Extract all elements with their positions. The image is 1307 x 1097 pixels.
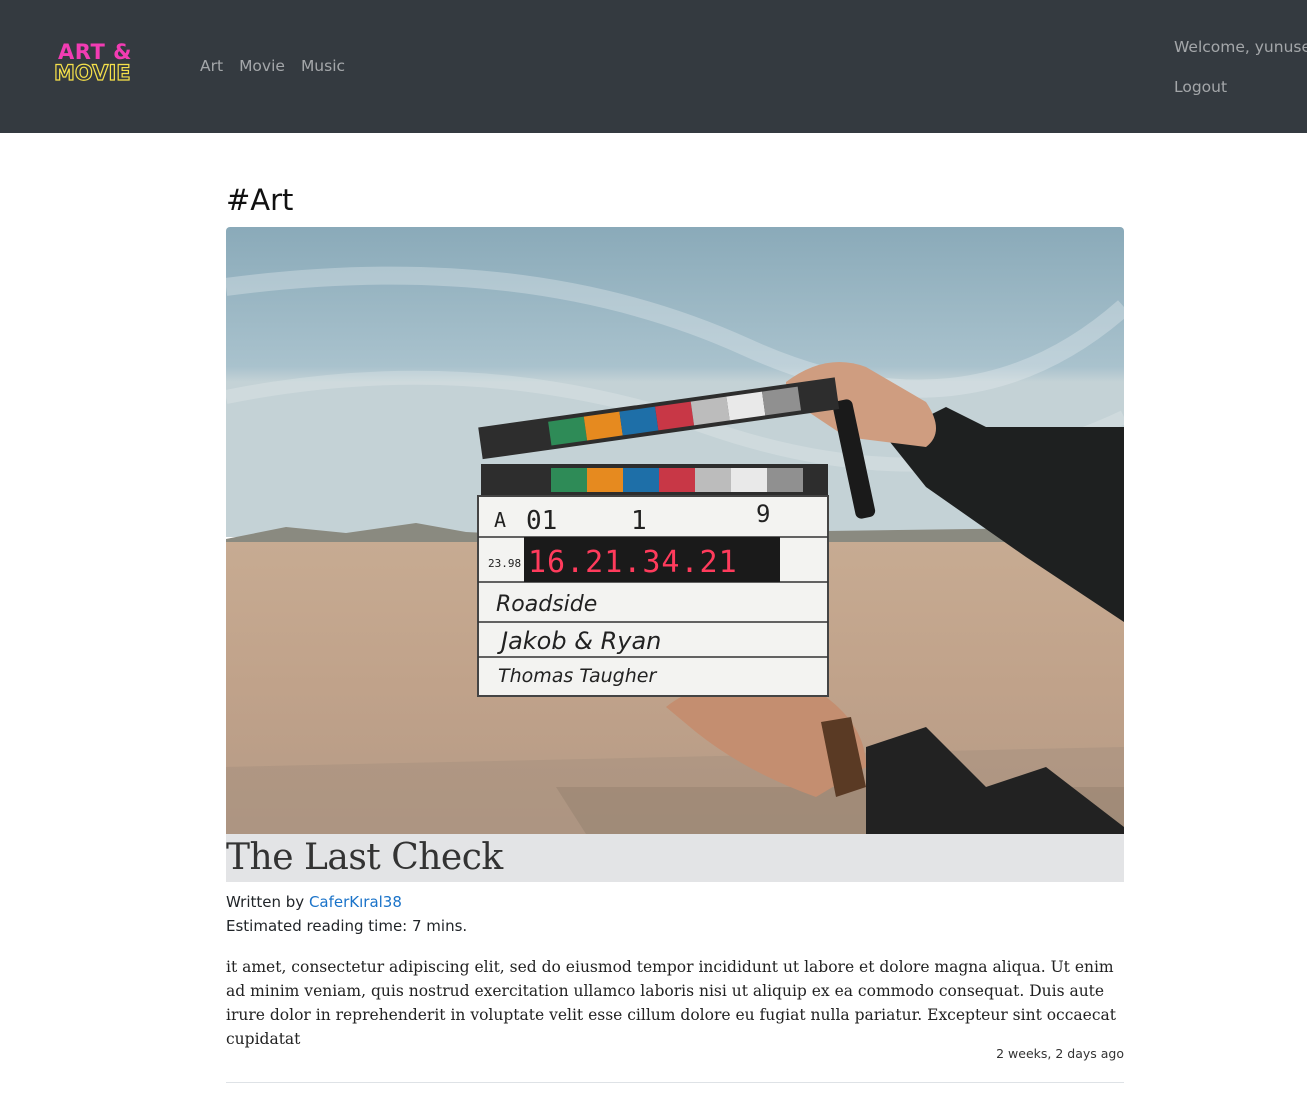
nav-link-music[interactable]: Music	[301, 57, 345, 75]
clapper-prod: Roadside	[496, 592, 597, 617]
post-excerpt: it amet, consectetur adipiscing elit, se…	[226, 958, 1116, 1048]
logo-line-2: MOVIE	[53, 61, 131, 85]
welcome-text: Welcome, yunusem	[1174, 38, 1307, 56]
film-clapperboard-photo: A 01 1 9 23.98 16.21.34.21 Roadside Jako…	[226, 227, 1124, 834]
post-title-bar: The Last Check	[226, 834, 1124, 882]
logout-link[interactable]: Logout	[1174, 78, 1227, 96]
divider	[226, 1082, 1124, 1083]
clapper-dir: Jakob & Ryan	[497, 627, 661, 655]
clapper-cam: Thomas Taugher	[498, 665, 657, 687]
brand-logo[interactable]: ART & MOVIE	[53, 40, 140, 86]
clapper-scene: 01	[526, 506, 557, 536]
clapper-roll: A	[494, 508, 506, 532]
clapper-timecode: 16.21.34.21	[528, 545, 738, 580]
navbar: ART & MOVIE Art Movie Music Welcome, yun…	[0, 0, 1307, 133]
nav-link-movie[interactable]: Movie	[239, 57, 285, 75]
reading-time: Estimated reading time: 7 mins.	[226, 917, 468, 935]
clapper-take-a: 1	[631, 506, 647, 536]
post-cover-image[interactable]: A 01 1 9 23.98 16.21.34.21 Roadside Jako…	[226, 227, 1124, 834]
byline: Written by CaferKıral38	[226, 893, 402, 911]
category-heading: #Art	[226, 183, 294, 217]
post-timestamp: 2 weeks, 2 days ago	[996, 1046, 1124, 1061]
clapper-fps: 23.98	[488, 557, 521, 570]
post-title[interactable]: The Last Check	[226, 834, 503, 882]
nav-link-art[interactable]: Art	[200, 57, 223, 75]
author-link[interactable]: CaferKıral38	[309, 893, 402, 911]
main-nav: Art Movie Music	[200, 57, 345, 75]
written-by-label: Written by	[226, 893, 309, 911]
logo-line-1: ART &	[58, 40, 132, 64]
clapper-take: 9	[756, 500, 770, 528]
